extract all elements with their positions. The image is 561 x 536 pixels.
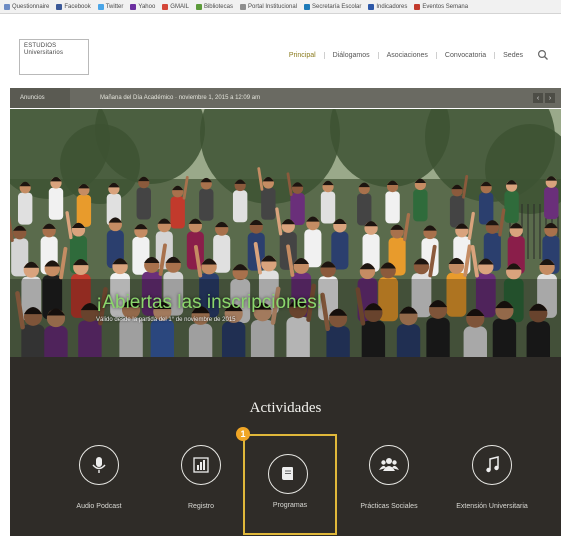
- nav-item-asociaciones[interactable]: Asociaciones: [377, 51, 436, 59]
- bookmark-item[interactable]: Facebook: [56, 3, 91, 10]
- bookmark-label: GMAIL: [170, 3, 189, 10]
- logo-line-2: Universitarios: [24, 50, 64, 56]
- bookmark-label: Portal Institucional: [247, 3, 298, 10]
- bookmark-item[interactable]: Eventos Semana: [414, 3, 469, 10]
- bookmark-favicon-icon: [162, 3, 169, 10]
- bookmark-label: Questionnaire: [12, 3, 50, 10]
- bookmark-favicon-icon: [414, 3, 421, 10]
- nav-item-dialogamos[interactable]: Diálogamos: [323, 51, 378, 59]
- nav-item-sedes[interactable]: Sedes: [494, 51, 531, 59]
- hero-subtext: Válido desde la partida del 1° de noviem…: [96, 317, 236, 323]
- main-nav: Principal Diálogamos Asociaciones Convoc…: [281, 49, 549, 61]
- nav-item-convocatoria[interactable]: Convocatoria: [435, 51, 494, 59]
- bookmark-label: Bibliotecas: [203, 3, 233, 10]
- bookmark-item[interactable]: Questionnaire: [4, 3, 50, 10]
- crowd-photo: [10, 109, 561, 357]
- bookmark-item[interactable]: Secretaría Escolar: [304, 3, 362, 10]
- bookmark-item[interactable]: Indicadores: [368, 3, 408, 10]
- users-icon: [369, 445, 409, 485]
- activity-label: Prácticas Sociales: [360, 503, 418, 510]
- bookmark-favicon-icon: [130, 3, 137, 10]
- bookmark-label: Twitter: [105, 3, 124, 10]
- bookmark-item[interactable]: Bibliotecas: [195, 3, 233, 10]
- activity-tile-programas[interactable]: Programas: [243, 434, 337, 535]
- book-icon: [268, 454, 308, 494]
- bookmark-favicon-icon: [97, 3, 104, 10]
- activity-tile-practicas-sociales[interactable]: Prácticas Sociales: [344, 445, 434, 535]
- bookmarks-bar: Questionnaire Facebook Twitter Yahoo GMAIL Bi…: [0, 0, 561, 14]
- bookmark-item[interactable]: Yahoo: [130, 3, 156, 10]
- activities-title: Actividades: [249, 400, 322, 416]
- bookmark-item[interactable]: Portal Institucional: [239, 3, 298, 10]
- activity-tile-audio-podcast[interactable]: Audio Podcast: [54, 445, 144, 535]
- bookmark-favicon-icon: [56, 3, 63, 10]
- bookmark-label: Facebook: [64, 3, 91, 10]
- website: ESTUDIOS Universitarios Principal Diálog…: [10, 14, 561, 536]
- bookmark-favicon-icon: [304, 3, 311, 10]
- step-marker: 1: [236, 427, 250, 441]
- ticker-prev-button[interactable]: ‹: [533, 93, 543, 103]
- activity-label: Programas: [272, 502, 308, 509]
- ticker-arrows: ‹ ›: [533, 93, 555, 103]
- hero-banner[interactable]: ¡Abiertas las inscripciones! Válido desd…: [10, 109, 561, 357]
- site-logo[interactable]: ESTUDIOS Universitarios: [19, 39, 89, 75]
- ticker-text[interactable]: Mañana del Día Académico · noviembre 1, …: [100, 88, 260, 108]
- activities-tiles: Audio Podcast Registro Programas 1 Prácticas…: [10, 427, 561, 535]
- search-icon[interactable]: [537, 49, 549, 61]
- ticker-label: Anuncios: [10, 88, 70, 108]
- site-header: ESTUDIOS Universitarios Principal Diálog…: [10, 14, 561, 86]
- activity-label: Extensión Universitaria: [456, 503, 528, 510]
- activities-section: Actividades Audio Podcast Registro Program…: [10, 357, 561, 536]
- music-icon: [472, 445, 512, 485]
- bookmark-label: Indicadores: [376, 3, 408, 10]
- nav-item-principal[interactable]: Principal: [281, 52, 324, 59]
- activity-tile-extension-universitaria[interactable]: Extensión Universitaria: [447, 445, 537, 535]
- logo-line-1: ESTUDIOS: [24, 43, 57, 49]
- activity-label: Registro: [187, 503, 215, 510]
- microphone-icon: [79, 445, 119, 485]
- bookmark-label: Eventos Semana: [422, 3, 469, 10]
- bookmark-favicon-icon: [195, 3, 202, 10]
- hero-headline: ¡Abiertas las inscripciones!: [96, 292, 322, 313]
- announcement-ticker: Anuncios Mañana del Día Académico · novi…: [10, 88, 561, 108]
- activity-tile-registro[interactable]: Registro: [156, 445, 246, 535]
- bar-chart-icon: [181, 445, 221, 485]
- bookmark-label: Yahoo: [138, 3, 156, 10]
- activity-label: Audio Podcast: [76, 503, 122, 510]
- bookmark-favicon-icon: [4, 3, 10, 10]
- bookmark-label: Secretaría Escolar: [312, 3, 362, 10]
- bookmark-item[interactable]: Twitter: [97, 3, 124, 10]
- ticker-next-button[interactable]: ›: [545, 93, 555, 103]
- bookmark-favicon-icon: [368, 3, 375, 10]
- bookmark-item[interactable]: GMAIL: [162, 3, 189, 10]
- bookmark-favicon-icon: [239, 3, 246, 10]
